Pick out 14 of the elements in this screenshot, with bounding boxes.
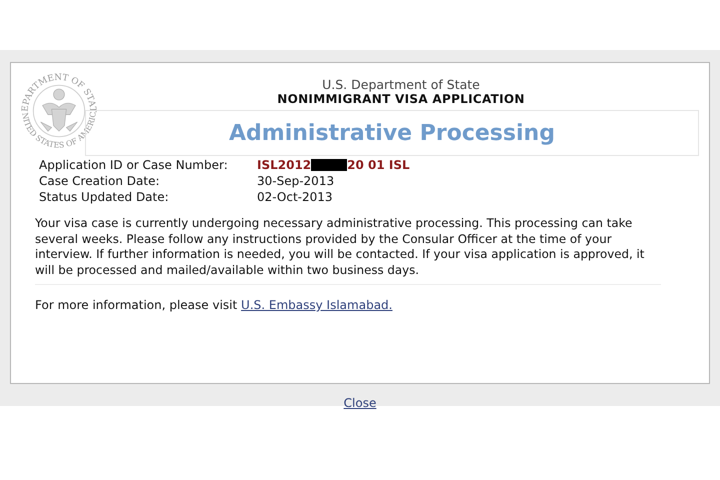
field-label: Application ID or Case Number:	[39, 158, 229, 172]
page-title: Administrative Processing	[229, 120, 555, 146]
field-label: Status Updated Date:	[39, 190, 170, 204]
field-label: Case Creation Date:	[39, 174, 160, 188]
application-title: NONIMMIGRANT VISA APPLICATION	[277, 92, 525, 106]
close-link[interactable]: Close	[344, 396, 376, 410]
status-message: Your visa case is currently undergoing necessary administrative processing. This processing can take several weeks. Please follow any instructions provided by the Consular Officer at the time of your interview. If further information is needed, you will be contacted. If your visa application is approved, it will be processed and mailed/available within two business days.	[35, 216, 646, 278]
case-number-prefix: ISL2012	[257, 158, 312, 172]
agency-name: U.S. Department of State	[322, 77, 480, 92]
date-value: 30-Sep-2013	[257, 174, 334, 188]
embassy-link[interactable]: U.S. Embassy Islamabad.	[241, 298, 392, 312]
info-text: For more information, please visit	[35, 298, 238, 312]
case-number-suffix: 20 01 ISL	[347, 158, 410, 172]
date-value: 02-Oct-2013	[257, 190, 333, 204]
